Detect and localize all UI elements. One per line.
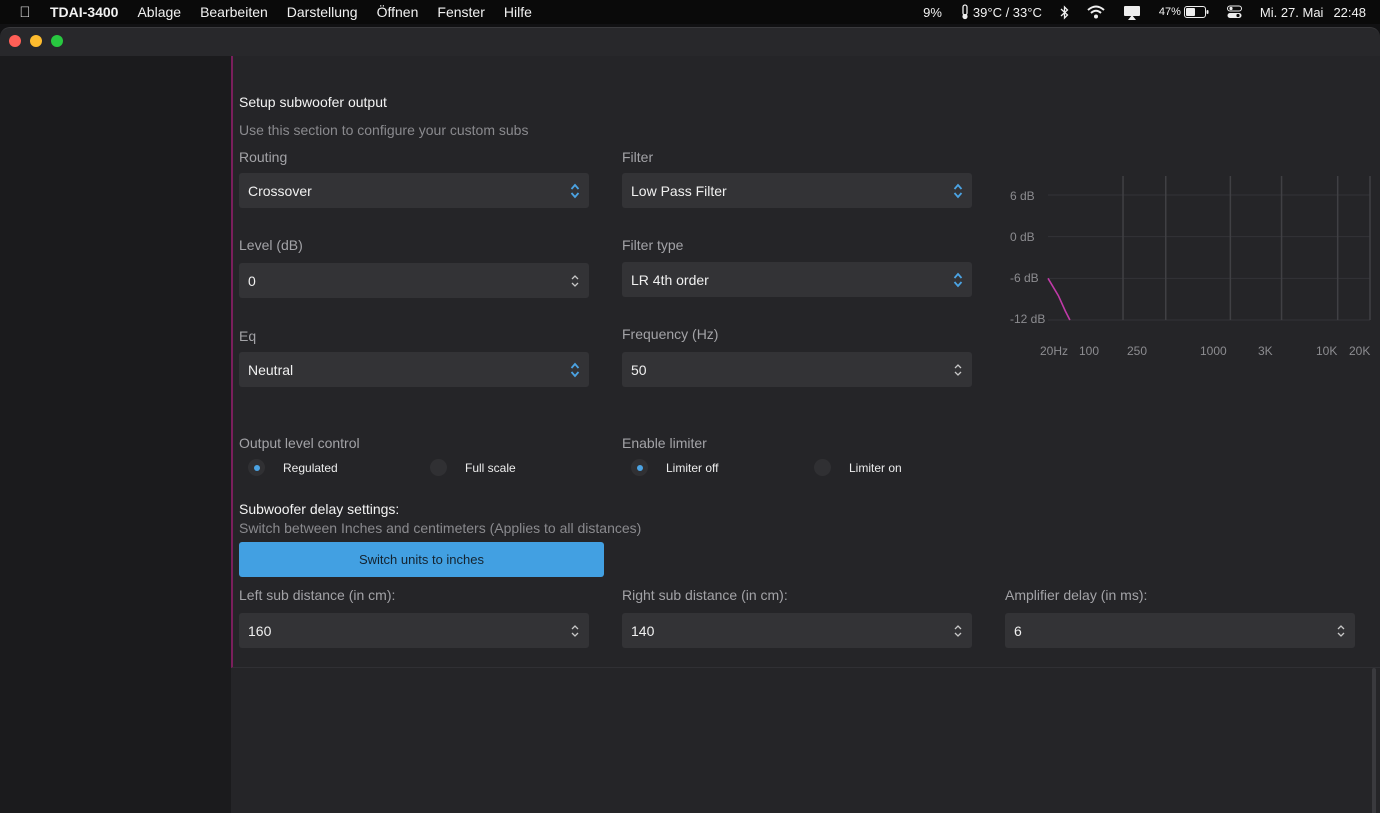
x-tick-label: 1000 xyxy=(1200,344,1227,358)
x-tick-label: 20K xyxy=(1349,344,1371,358)
eq-select[interactable]: Neutral xyxy=(239,352,589,387)
filter-type-label: Filter type xyxy=(622,237,684,253)
sidebar xyxy=(0,56,231,813)
chart-grid xyxy=(1048,176,1371,321)
limiter-label: Enable limiter xyxy=(622,435,707,451)
y-tick-label: 6 dB xyxy=(1010,189,1035,203)
section-subtitle: Use this section to configure your custo… xyxy=(239,122,529,138)
menu-oeffnen[interactable]: Öffnen xyxy=(377,4,419,20)
level-value: 0 xyxy=(248,272,256,289)
menu-app-name[interactable]: TDAI-3400 xyxy=(50,4,118,20)
scrollbar[interactable] xyxy=(1372,668,1376,813)
menu-bearbeiten[interactable]: Bearbeiten xyxy=(200,4,268,20)
filter-type-select[interactable]: LR 4th order xyxy=(622,262,972,297)
y-tick-label: -6 dB xyxy=(1010,271,1039,285)
level-label: Level (dB) xyxy=(239,237,303,253)
battery-status[interactable]: 47% xyxy=(1159,6,1209,18)
right-distance-value: 140 xyxy=(631,622,655,639)
eq-value: Neutral xyxy=(248,361,294,378)
limiter-on-radio[interactable] xyxy=(814,459,831,476)
apple-menu-icon[interactable]:  xyxy=(0,4,50,21)
y-tick-label: -12 dB xyxy=(1010,312,1046,326)
menu-fenster[interactable]: Fenster xyxy=(437,4,484,20)
app-window xyxy=(0,27,1380,813)
switch-units-button[interactable]: Switch units to inches xyxy=(239,542,604,577)
wifi-icon[interactable] xyxy=(1087,5,1105,19)
level-input[interactable]: 0 xyxy=(239,263,589,298)
menu-ablage[interactable]: Ablage xyxy=(137,4,181,20)
limiter-off-radio[interactable] xyxy=(631,459,648,476)
limiter-off-radio-label[interactable]: Limiter off xyxy=(666,461,718,475)
delay-title: Subwoofer delay settings: xyxy=(239,501,400,517)
menu-hilfe[interactable]: Hilfe xyxy=(504,4,532,20)
frequency-input[interactable]: 50 xyxy=(622,352,972,387)
airplay-icon[interactable] xyxy=(1123,5,1141,20)
battery-icon xyxy=(1183,6,1209,18)
routing-label: Routing xyxy=(239,149,288,165)
x-tick-label: 10K xyxy=(1316,344,1338,358)
stepper-icon[interactable] xyxy=(953,361,963,379)
filter-select[interactable]: Low Pass Filter xyxy=(622,173,972,208)
blue-chevrons-icon xyxy=(570,362,580,378)
series-line-0 xyxy=(1047,277,1071,321)
eq-label: Eq xyxy=(239,328,257,344)
maximize-window-button[interactable] xyxy=(51,35,63,47)
time-text: 22:48 xyxy=(1333,4,1366,20)
menu-bar:  TDAI-3400 Ablage Bearbeiten Darstellun… xyxy=(0,0,1380,24)
window-titlebar[interactable] xyxy=(0,28,1380,56)
blue-chevrons-icon xyxy=(570,183,580,199)
cpu-usage[interactable]: 9% xyxy=(923,5,942,20)
regulated-radio[interactable] xyxy=(248,459,265,476)
thermometer-icon xyxy=(962,4,968,20)
x-tick-label: 20Hz xyxy=(1040,344,1069,358)
status-area: 9% 39°C / 33°C 47% Mi. 27. Mai 22:48 xyxy=(905,0,1366,24)
stepper-icon[interactable] xyxy=(570,622,580,640)
full-scale-radio-label[interactable]: Full scale xyxy=(465,461,516,475)
x-tick-label: 100 xyxy=(1079,344,1100,358)
clock[interactable]: Mi. 27. Mai 22:48 xyxy=(1260,5,1366,20)
delay-subtitle: Switch between Inches and centimeters (A… xyxy=(239,520,642,536)
right-distance-label: Right sub distance (in cm): xyxy=(622,587,788,603)
amp-delay-label: Amplifier delay (in ms): xyxy=(1005,587,1148,603)
close-window-button[interactable] xyxy=(9,35,21,47)
control-center-icon[interactable] xyxy=(1226,5,1242,19)
temperature-status[interactable]: 39°C / 33°C xyxy=(960,4,1042,20)
filter-value: Low Pass Filter xyxy=(631,182,727,199)
frequency-response-chart xyxy=(1047,176,1371,321)
minimize-window-button[interactable] xyxy=(30,35,42,47)
stepper-icon[interactable] xyxy=(570,272,580,290)
full-scale-radio[interactable] xyxy=(430,459,447,476)
battery-percent: 47% xyxy=(1158,6,1181,18)
section-title: Setup subwoofer output xyxy=(239,94,387,110)
frequency-value: 50 xyxy=(631,361,647,378)
x-tick-label: 3K xyxy=(1258,344,1273,358)
routing-select[interactable]: Crossover xyxy=(239,173,589,208)
blue-chevrons-icon xyxy=(953,183,963,199)
left-distance-label: Left sub distance (in cm): xyxy=(239,587,396,603)
stepper-icon[interactable] xyxy=(1336,622,1346,640)
blue-chevrons-icon xyxy=(953,272,963,288)
bluetooth-icon[interactable] xyxy=(1060,4,1069,20)
chart-series xyxy=(1047,277,1071,321)
right-distance-input[interactable]: 140 xyxy=(622,613,972,648)
output-level-label: Output level control xyxy=(239,435,360,451)
stepper-icon[interactable] xyxy=(953,622,963,640)
date-text: Mi. 27. Mai xyxy=(1259,4,1324,20)
routing-value: Crossover xyxy=(248,182,312,199)
left-distance-value: 160 xyxy=(248,622,272,639)
left-distance-input[interactable]: 160 xyxy=(239,613,589,648)
filter-type-value: LR 4th order xyxy=(631,271,709,288)
menu-darstellung[interactable]: Darstellung xyxy=(287,4,358,20)
amp-delay-value: 6 xyxy=(1014,622,1022,639)
amp-delay-input[interactable]: 6 xyxy=(1005,613,1355,648)
frequency-label: Frequency (Hz) xyxy=(622,326,719,342)
temperature-text: 39°C / 33°C xyxy=(972,4,1042,20)
y-tick-label: 0 dB xyxy=(1010,230,1035,244)
limiter-on-radio-label[interactable]: Limiter on xyxy=(849,461,902,475)
regulated-radio-label[interactable]: Regulated xyxy=(283,461,338,475)
filter-label: Filter xyxy=(622,149,654,165)
x-tick-label: 250 xyxy=(1127,344,1148,358)
